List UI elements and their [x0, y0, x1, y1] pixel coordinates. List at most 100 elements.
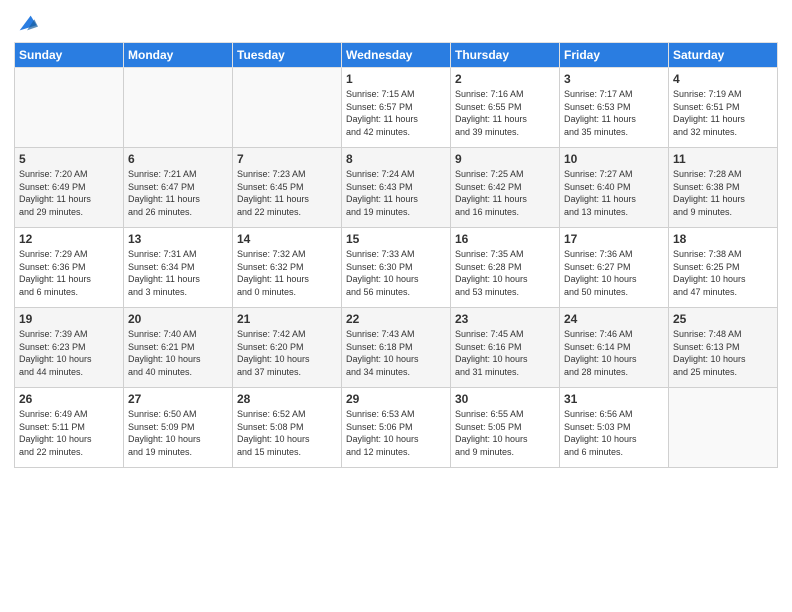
calendar-day-cell: 8Sunrise: 7:24 AMSunset: 6:43 PMDaylight…	[342, 148, 451, 228]
day-info: Sunrise: 7:43 AMSunset: 6:18 PMDaylight:…	[346, 328, 446, 378]
calendar-day-cell: 2 Sunrise: 7:16 AMSunset: 6:55 PMDaylight…	[451, 68, 560, 148]
day-info: Sunrise: 7:27 AMSunset: 6:40 PMDaylight:…	[564, 168, 664, 218]
calendar-table: SundayMondayTuesdayWednesdayThursdayFrid…	[14, 42, 778, 468]
day-number: 29	[346, 392, 446, 406]
day-number: 7	[237, 152, 337, 166]
day-info: Sunrise: 7:28 AMSunset: 6:38 PMDaylight:…	[673, 168, 773, 218]
day-info: Sunrise: 7:25 AMSunset: 6:42 PMDaylight:…	[455, 168, 555, 218]
day-number: 26	[19, 392, 119, 406]
calendar-day-cell: 4 Sunrise: 7:19 AMSunset: 6:51 PMDaylight…	[669, 68, 778, 148]
calendar-week-row: 1 Sunrise: 7:15 AMSunset: 6:57 PMDaylight…	[15, 68, 778, 148]
day-info: Sunrise: 6:52 AMSunset: 5:08 PMDaylight:…	[237, 408, 337, 458]
weekday-header: Wednesday	[342, 43, 451, 68]
calendar-day-cell: 22 Sunrise: 7:43 AMSunset: 6:18 PMDayligh…	[342, 308, 451, 388]
day-number: 4	[673, 72, 773, 86]
day-info: Sunrise: 7:31 AMSunset: 6:34 PMDaylight:…	[128, 248, 228, 298]
day-number: 2	[455, 72, 555, 86]
day-info: Sunrise: 7:45 AMSunset: 6:16 PMDaylight:…	[455, 328, 555, 378]
day-info: Sunrise: 7:42 AMSunset: 6:20 PMDaylight:…	[237, 328, 337, 378]
calendar-day-cell: 20Sunrise: 7:40 AMSunset: 6:21 PMDayligh…	[124, 308, 233, 388]
day-number: 31	[564, 392, 664, 406]
day-number: 24	[564, 312, 664, 326]
day-info: Sunrise: 7:35 AMSunset: 6:28 PMDaylight:…	[455, 248, 555, 298]
page: SundayMondayTuesdayWednesdayThursdayFrid…	[0, 0, 792, 612]
day-number: 17	[564, 232, 664, 246]
day-info: Sunrise: 7:48 AMSunset: 6:13 PMDaylight:…	[673, 328, 773, 378]
day-number: 22	[346, 312, 446, 326]
day-info: Sunrise: 7:33 AMSunset: 6:30 PMDaylight:…	[346, 248, 446, 298]
calendar-day-cell: 26 Sunrise: 6:49 AMSunset: 5:11 PMDayligh…	[15, 388, 124, 468]
day-info: Sunrise: 7:20 AMSunset: 6:49 PMDaylight:…	[19, 168, 119, 218]
day-number: 14	[237, 232, 337, 246]
calendar-day-cell: 1 Sunrise: 7:15 AMSunset: 6:57 PMDaylight…	[342, 68, 451, 148]
day-number: 20	[128, 312, 228, 326]
calendar-day-cell	[124, 68, 233, 148]
weekday-header: Friday	[560, 43, 669, 68]
calendar-day-cell: 10 Sunrise: 7:27 AMSunset: 6:40 PMDayligh…	[560, 148, 669, 228]
day-number: 12	[19, 232, 119, 246]
weekday-header: Tuesday	[233, 43, 342, 68]
day-number: 9	[455, 152, 555, 166]
calendar-day-cell: 28Sunrise: 6:52 AMSunset: 5:08 PMDayligh…	[233, 388, 342, 468]
day-info: Sunrise: 7:32 AMSunset: 6:32 PMDaylight:…	[237, 248, 337, 298]
calendar-day-cell: 3 Sunrise: 7:17 AMSunset: 6:53 PMDaylight…	[560, 68, 669, 148]
calendar-day-cell: 5Sunrise: 7:20 AMSunset: 6:49 PMDaylight…	[15, 148, 124, 228]
calendar-day-cell: 25 Sunrise: 7:48 AMSunset: 6:13 PMDayligh…	[669, 308, 778, 388]
calendar-day-cell: 7 Sunrise: 7:23 AMSunset: 6:45 PMDaylight…	[233, 148, 342, 228]
calendar-day-cell: 27Sunrise: 6:50 AMSunset: 5:09 PMDayligh…	[124, 388, 233, 468]
calendar-day-cell: 13 Sunrise: 7:31 AMSunset: 6:34 PMDayligh…	[124, 228, 233, 308]
day-number: 8	[346, 152, 446, 166]
day-number: 21	[237, 312, 337, 326]
day-info: Sunrise: 7:19 AMSunset: 6:51 PMDaylight:…	[673, 88, 773, 138]
day-number: 13	[128, 232, 228, 246]
calendar-day-cell: 31 Sunrise: 6:56 AMSunset: 5:03 PMDayligh…	[560, 388, 669, 468]
calendar-header-row: SundayMondayTuesdayWednesdayThursdayFrid…	[15, 43, 778, 68]
calendar-day-cell: 29 Sunrise: 6:53 AMSunset: 5:06 PMDayligh…	[342, 388, 451, 468]
calendar-week-row: 19Sunrise: 7:39 AMSunset: 6:23 PMDayligh…	[15, 308, 778, 388]
day-info: Sunrise: 7:36 AMSunset: 6:27 PMDaylight:…	[564, 248, 664, 298]
day-number: 6	[128, 152, 228, 166]
day-number: 3	[564, 72, 664, 86]
day-info: Sunrise: 7:21 AMSunset: 6:47 PMDaylight:…	[128, 168, 228, 218]
day-info: Sunrise: 6:49 AMSunset: 5:11 PMDaylight:…	[19, 408, 119, 458]
calendar-day-cell: 18 Sunrise: 7:38 AMSunset: 6:25 PMDayligh…	[669, 228, 778, 308]
calendar-week-row: 5Sunrise: 7:20 AMSunset: 6:49 PMDaylight…	[15, 148, 778, 228]
day-info: Sunrise: 7:38 AMSunset: 6:25 PMDaylight:…	[673, 248, 773, 298]
header	[14, 10, 778, 34]
day-info: Sunrise: 7:39 AMSunset: 6:23 PMDaylight:…	[19, 328, 119, 378]
day-info: Sunrise: 6:53 AMSunset: 5:06 PMDaylight:…	[346, 408, 446, 458]
calendar-day-cell: 30 Sunrise: 6:55 AMSunset: 5:05 PMDayligh…	[451, 388, 560, 468]
calendar-day-cell	[15, 68, 124, 148]
day-number: 15	[346, 232, 446, 246]
calendar-day-cell: 9 Sunrise: 7:25 AMSunset: 6:42 PMDaylight…	[451, 148, 560, 228]
day-info: Sunrise: 7:15 AMSunset: 6:57 PMDaylight:…	[346, 88, 446, 138]
day-number: 10	[564, 152, 664, 166]
day-number: 11	[673, 152, 773, 166]
day-info: Sunrise: 7:46 AMSunset: 6:14 PMDaylight:…	[564, 328, 664, 378]
calendar-day-cell	[233, 68, 342, 148]
day-info: Sunrise: 7:29 AMSunset: 6:36 PMDaylight:…	[19, 248, 119, 298]
calendar-day-cell: 12 Sunrise: 7:29 AMSunset: 6:36 PMDayligh…	[15, 228, 124, 308]
calendar-day-cell: 19Sunrise: 7:39 AMSunset: 6:23 PMDayligh…	[15, 308, 124, 388]
day-info: Sunrise: 6:55 AMSunset: 5:05 PMDaylight:…	[455, 408, 555, 458]
weekday-header: Monday	[124, 43, 233, 68]
day-info: Sunrise: 7:17 AMSunset: 6:53 PMDaylight:…	[564, 88, 664, 138]
calendar-week-row: 26 Sunrise: 6:49 AMSunset: 5:11 PMDayligh…	[15, 388, 778, 468]
day-number: 30	[455, 392, 555, 406]
calendar-day-cell: 23Sunrise: 7:45 AMSunset: 6:16 PMDayligh…	[451, 308, 560, 388]
calendar-day-cell: 15 Sunrise: 7:33 AMSunset: 6:30 PMDayligh…	[342, 228, 451, 308]
calendar-day-cell: 24 Sunrise: 7:46 AMSunset: 6:14 PMDayligh…	[560, 308, 669, 388]
day-info: Sunrise: 7:16 AMSunset: 6:55 PMDaylight:…	[455, 88, 555, 138]
logo-icon	[16, 12, 38, 34]
weekday-header: Sunday	[15, 43, 124, 68]
day-info: Sunrise: 7:23 AMSunset: 6:45 PMDaylight:…	[237, 168, 337, 218]
day-number: 27	[128, 392, 228, 406]
day-number: 1	[346, 72, 446, 86]
day-number: 25	[673, 312, 773, 326]
day-number: 18	[673, 232, 773, 246]
logo	[14, 14, 38, 34]
calendar-day-cell: 11 Sunrise: 7:28 AMSunset: 6:38 PMDayligh…	[669, 148, 778, 228]
weekday-header: Thursday	[451, 43, 560, 68]
calendar-day-cell	[669, 388, 778, 468]
day-info: Sunrise: 6:56 AMSunset: 5:03 PMDaylight:…	[564, 408, 664, 458]
